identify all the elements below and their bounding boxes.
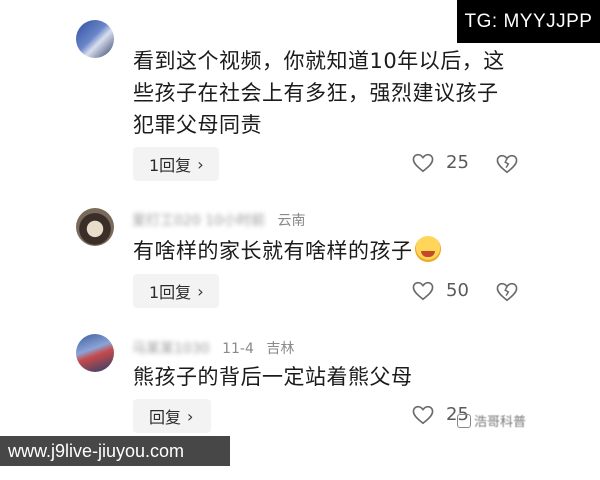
- avatar[interactable]: [76, 20, 114, 58]
- like-count: 50: [446, 280, 469, 301]
- comment-text-line: 看到这个视频，你就知道10年以后，这: [133, 49, 505, 73]
- source-name: 浩哥科普: [474, 415, 527, 430]
- platform-logo-icon: [457, 413, 471, 428]
- comment-text: 熊孩子的背后一定站着熊父母: [133, 361, 413, 393]
- laughing-emoji-icon: [414, 236, 441, 262]
- username[interactable]: 爱打工020: [132, 210, 201, 230]
- heart-icon: [412, 405, 434, 425]
- like-count: 25: [446, 152, 469, 173]
- comment-list: 看到这个视频，你就知道10年以后，这 些孩子在社会上有多狂，强烈建议孩子 犯罪父…: [0, 0, 600, 480]
- like-button[interactable]: 25: [412, 152, 469, 173]
- like-button[interactable]: 50: [412, 280, 469, 301]
- comment-text: 看到这个视频，你就知道10年以后，这 些孩子在社会上有多狂，强烈建议孩子 犯罪父…: [133, 45, 505, 141]
- location: 吉林: [266, 341, 295, 357]
- broken-heart-icon[interactable]: [496, 154, 518, 174]
- username[interactable]: 马某某1030: [132, 338, 210, 358]
- avatar[interactable]: [76, 334, 114, 372]
- chevron-right-icon: ›: [187, 406, 194, 426]
- comment-text: 有啥样的家长就有啥样的孩子: [133, 235, 441, 267]
- comment-text-line: 有啥样的家长就有啥样的孩子: [133, 239, 413, 263]
- chevron-right-icon: ›: [197, 154, 204, 174]
- telegram-watermark: TG: MYYJJPP: [457, 0, 600, 43]
- reply-label: 回复: [149, 408, 182, 427]
- broken-heart-icon[interactable]: [496, 282, 518, 302]
- comment-text-line: 熊孩子的背后一定站着熊父母: [133, 365, 413, 389]
- reply-button[interactable]: 1回复 ›: [133, 147, 219, 181]
- timestamp: 10小时前: [205, 213, 266, 229]
- heart-icon: [412, 153, 434, 173]
- location: 云南: [277, 213, 306, 229]
- chevron-right-icon: ›: [197, 281, 204, 301]
- timestamp: 11-4: [222, 341, 254, 357]
- comment-meta: 马某某1030 11-4 吉林: [132, 338, 294, 358]
- reply-label: 1回复: [149, 156, 192, 175]
- source-tag: 浩哥科普: [457, 411, 526, 430]
- comment-text-line: 犯罪父母同责: [133, 113, 262, 137]
- url-watermark: www.j9live-jiuyou.com: [0, 436, 230, 466]
- comment-text-line: 些孩子在社会上有多狂，强烈建议孩子: [133, 81, 499, 105]
- avatar[interactable]: [76, 208, 114, 246]
- reply-button[interactable]: 回复 ›: [133, 399, 211, 433]
- reply-button[interactable]: 1回复 ›: [133, 274, 219, 308]
- heart-icon: [412, 281, 434, 301]
- reply-label: 1回复: [149, 283, 192, 302]
- comment-meta: 爱打工020 10小时前 云南: [132, 210, 305, 230]
